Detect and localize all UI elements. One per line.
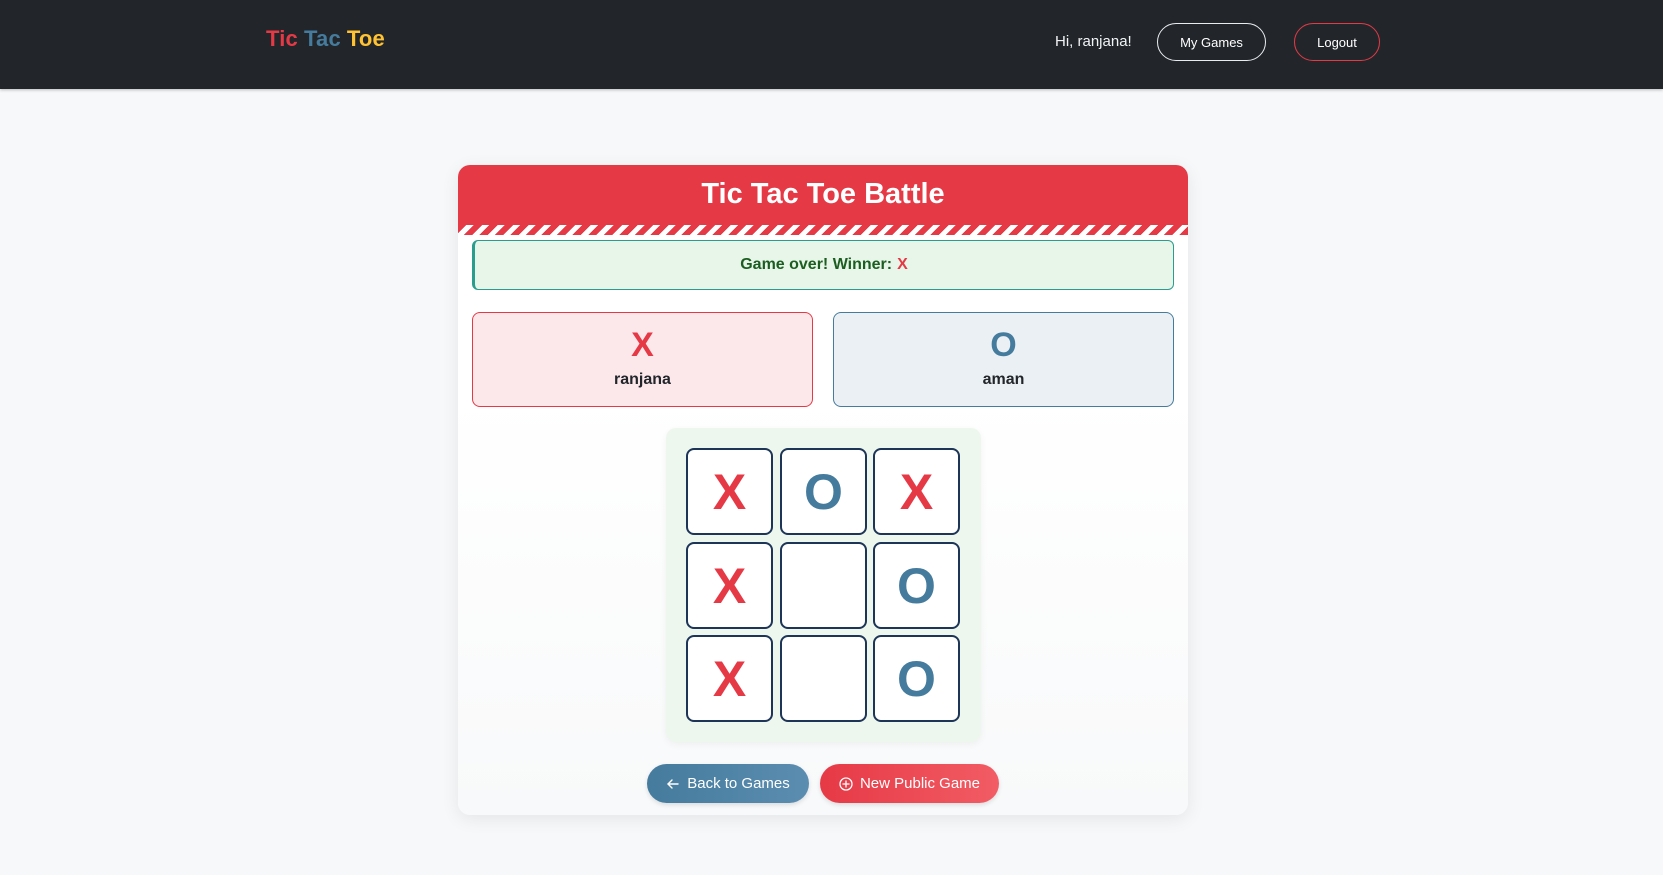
brand-logo[interactable]: Tic Tac Toe bbox=[266, 26, 385, 52]
game-card: Tic Tac Toe Battle Game over! Winner: X … bbox=[458, 165, 1188, 815]
brand-word-tac: Tac bbox=[304, 26, 341, 51]
board-cell[interactable]: X bbox=[686, 542, 773, 629]
header-stripe-divider bbox=[458, 225, 1188, 235]
board-cell[interactable]: X bbox=[686, 448, 773, 535]
winner-symbol: X bbox=[897, 256, 908, 273]
back-to-games-label: Back to Games bbox=[687, 775, 790, 792]
back-to-games-button[interactable]: Back to Games bbox=[647, 764, 809, 803]
user-greeting: Hi, ranjana! bbox=[1055, 33, 1132, 50]
arrow-left-icon bbox=[666, 777, 680, 791]
new-public-game-label: New Public Game bbox=[859, 775, 981, 792]
board-cell[interactable] bbox=[780, 542, 867, 629]
page-title: Tic Tac Toe Battle bbox=[701, 178, 945, 210]
player-x-name: ranjana bbox=[614, 371, 671, 388]
card-header: Tic Tac Toe Battle bbox=[458, 165, 1188, 235]
board-cell[interactable]: X bbox=[686, 635, 773, 722]
player-x-symbol: X bbox=[631, 326, 654, 364]
game-board: X O X X O X O bbox=[666, 428, 981, 742]
player-card-o: O aman bbox=[833, 312, 1174, 407]
brand-word-tic: Tic bbox=[266, 26, 298, 51]
player-card-x: X ranjana bbox=[472, 312, 813, 407]
status-text: Game over! Winner: bbox=[740, 256, 893, 273]
brand-word-toe: Toe bbox=[346, 26, 385, 51]
logout-button[interactable]: Logout bbox=[1294, 23, 1380, 61]
board-cell[interactable] bbox=[780, 635, 867, 722]
board-cell[interactable]: O bbox=[873, 635, 960, 722]
my-games-button[interactable]: My Games bbox=[1157, 23, 1266, 61]
board-cell[interactable]: X bbox=[873, 448, 960, 535]
new-public-game-button[interactable]: New Public Game bbox=[820, 764, 999, 803]
player-o-symbol: O bbox=[990, 326, 1017, 364]
board-cell[interactable]: O bbox=[873, 542, 960, 629]
board-cell[interactable]: O bbox=[780, 448, 867, 535]
navbar: Tic Tac Toe Hi, ranjana! My Games Logout bbox=[0, 0, 1663, 89]
player-o-name: aman bbox=[982, 371, 1025, 388]
game-status-banner: Game over! Winner: X bbox=[472, 240, 1174, 290]
plus-circle-icon bbox=[839, 776, 853, 791]
